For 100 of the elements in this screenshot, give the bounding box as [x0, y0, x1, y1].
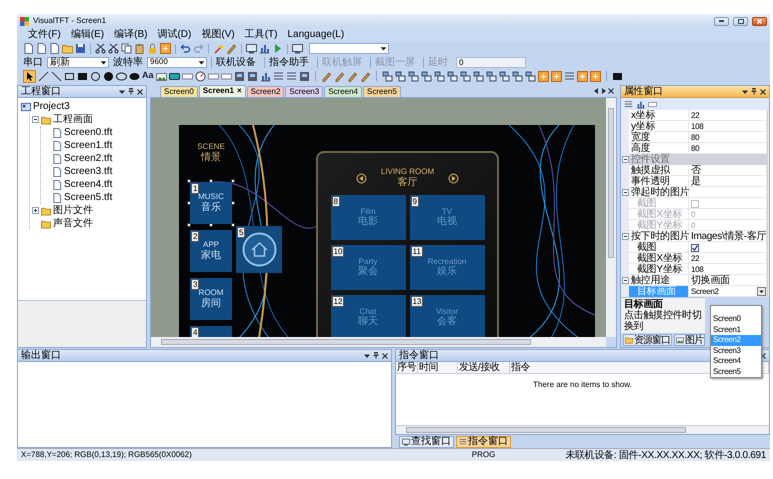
- home-button[interactable]: 5: [236, 226, 282, 273]
- list-icon[interactable]: [564, 70, 575, 82]
- column-header[interactable]: 发送/接收: [458, 362, 510, 373]
- pen-icon[interactable]: [360, 70, 371, 82]
- screen-tab[interactable]: Screen2: [246, 86, 284, 97]
- dial-icon[interactable]: [194, 70, 206, 82]
- dropdown-arrow-icon[interactable]: [742, 88, 748, 94]
- filled-circle-icon[interactable]: [103, 70, 114, 82]
- ellipse-icon[interactable]: [116, 70, 127, 82]
- meter-icon[interactable]: [246, 70, 258, 82]
- dropdown-arrow-icon[interactable]: [119, 88, 125, 94]
- close-icon[interactable]: [137, 88, 143, 94]
- button-shape-icon[interactable]: [168, 70, 180, 82]
- checkbox[interactable]: [691, 244, 699, 252]
- panel-tab[interactable]: 资源窗口: [623, 334, 672, 346]
- screen-tab[interactable]: Screen3: [285, 86, 324, 97]
- dropdown-arrow-icon[interactable]: [364, 352, 370, 358]
- circle-icon[interactable]: [90, 70, 101, 82]
- property-value[interactable]: 108: [691, 121, 704, 132]
- pen-icon[interactable]: [226, 43, 237, 54]
- bar-chart-icon[interactable]: [259, 43, 270, 54]
- horizontal-scrollbar[interactable]: [151, 337, 606, 347]
- menu-item[interactable]: 工具(T): [240, 29, 282, 40]
- align-icon[interactable]: [486, 70, 497, 82]
- pin-icon[interactable]: [373, 352, 379, 359]
- monitor-icon[interactable]: [246, 43, 257, 54]
- align-icon[interactable]: [512, 70, 523, 82]
- room-tile[interactable]: 10 Party 聚会: [330, 245, 406, 290]
- toolbar-button[interactable]: 联机设备: [211, 57, 260, 68]
- collapse-box-icon[interactable]: [622, 189, 628, 196]
- scene-tile[interactable]: 4: [190, 326, 232, 337]
- menu-item[interactable]: Language(L): [282, 29, 350, 40]
- clipboard-icon[interactable]: [134, 43, 145, 54]
- filled-rectangle-icon[interactable]: [612, 70, 623, 82]
- align-icon[interactable]: [498, 70, 510, 82]
- port-dropdown[interactable]: 刷新: [47, 57, 109, 68]
- close-button[interactable]: [752, 16, 767, 26]
- panel-tab[interactable]: 查找窗口: [399, 436, 454, 448]
- bar-chart-icon[interactable]: [636, 100, 645, 108]
- align-icon[interactable]: [472, 70, 484, 82]
- property-value[interactable]: 22: [691, 110, 700, 121]
- property-value[interactable]: 是: [691, 176, 701, 187]
- vertical-scrollbar[interactable]: [767, 110, 769, 297]
- property-name[interactable]: 宽度: [629, 132, 689, 143]
- close-icon[interactable]: [382, 352, 388, 358]
- scissors-icon[interactable]: [108, 43, 119, 54]
- align-icon[interactable]: [394, 70, 406, 82]
- horizontal-scrollbar[interactable]: [396, 425, 769, 434]
- filled-ellipse-icon[interactable]: [129, 70, 140, 82]
- tree-item[interactable]: Project3: [33, 101, 70, 112]
- align-icon[interactable]: [446, 70, 458, 82]
- property-value[interactable]: 22: [691, 253, 700, 264]
- property-value[interactable]: 108: [691, 264, 704, 275]
- undo-icon[interactable]: [180, 43, 191, 54]
- property-value[interactable]: 否: [691, 165, 701, 176]
- property-name[interactable]: y坐标: [629, 121, 689, 132]
- document-icon[interactable]: [36, 43, 47, 54]
- filled-rectangle-icon[interactable]: [77, 70, 88, 82]
- line-icon[interactable]: [51, 70, 62, 82]
- property-name[interactable]: 按下时的图片: [629, 231, 689, 242]
- room-tile[interactable]: 8 Film 电影: [330, 195, 406, 240]
- dropdown-option[interactable]: Screen1: [711, 324, 761, 335]
- maximize-button[interactable]: [733, 16, 748, 26]
- tree-item[interactable]: 图片文件: [53, 205, 93, 216]
- section-header[interactable]: 控件设置: [629, 154, 768, 165]
- column-header[interactable]: 序号: [396, 362, 418, 373]
- property-value[interactable]: 80: [691, 143, 700, 154]
- copy-icon[interactable]: [121, 43, 132, 54]
- collapse-box-icon[interactable]: [622, 233, 628, 240]
- close-icon[interactable]: [760, 352, 766, 358]
- delay-field[interactable]: 0: [456, 57, 526, 68]
- tree-item[interactable]: 声音文件: [53, 218, 93, 229]
- text-field-icon[interactable]: [648, 100, 657, 108]
- screen-tab[interactable]: Screen0: [160, 86, 198, 97]
- tree-item[interactable]: 工程画面: [53, 114, 93, 125]
- tree-item[interactable]: Screen0.tft: [64, 127, 112, 138]
- align-icon[interactable]: [460, 70, 471, 82]
- room-tile[interactable]: 12 Chat 聊天: [330, 295, 406, 337]
- room-tile[interactable]: 13 Visitor 会客: [410, 295, 484, 337]
- vertical-scrollbar[interactable]: [606, 98, 616, 337]
- tree-item[interactable]: Screen5.tft: [64, 192, 112, 203]
- panel-tab[interactable]: 指令窗口: [456, 436, 511, 448]
- property-name[interactable]: 截图: [629, 242, 689, 253]
- list-icon[interactable]: [624, 100, 633, 108]
- align-icon[interactable]: [382, 70, 393, 82]
- scissors-icon[interactable]: [95, 43, 106, 54]
- pen-icon[interactable]: [320, 70, 332, 82]
- tree-item[interactable]: Screen3.tft: [64, 166, 112, 177]
- property-name[interactable]: 截图Y坐标: [629, 264, 689, 275]
- collapse-box-icon[interactable]: [32, 116, 39, 123]
- screen-tab[interactable]: Screen4: [324, 86, 362, 97]
- screen-tab[interactable]: Screen1 ×: [198, 85, 246, 97]
- align-icon[interactable]: [434, 70, 445, 82]
- baud-rate-dropdown[interactable]: 9600: [147, 57, 207, 68]
- tree-item[interactable]: Screen2.tft: [64, 153, 112, 164]
- menu-item[interactable]: 编译(B): [109, 29, 152, 40]
- property-name[interactable]: 事件透明: [629, 176, 689, 187]
- text-field-icon[interactable]: [208, 70, 219, 82]
- panel-tab[interactable]: 图片: [674, 334, 705, 346]
- column-header[interactable]: 时间: [418, 362, 458, 373]
